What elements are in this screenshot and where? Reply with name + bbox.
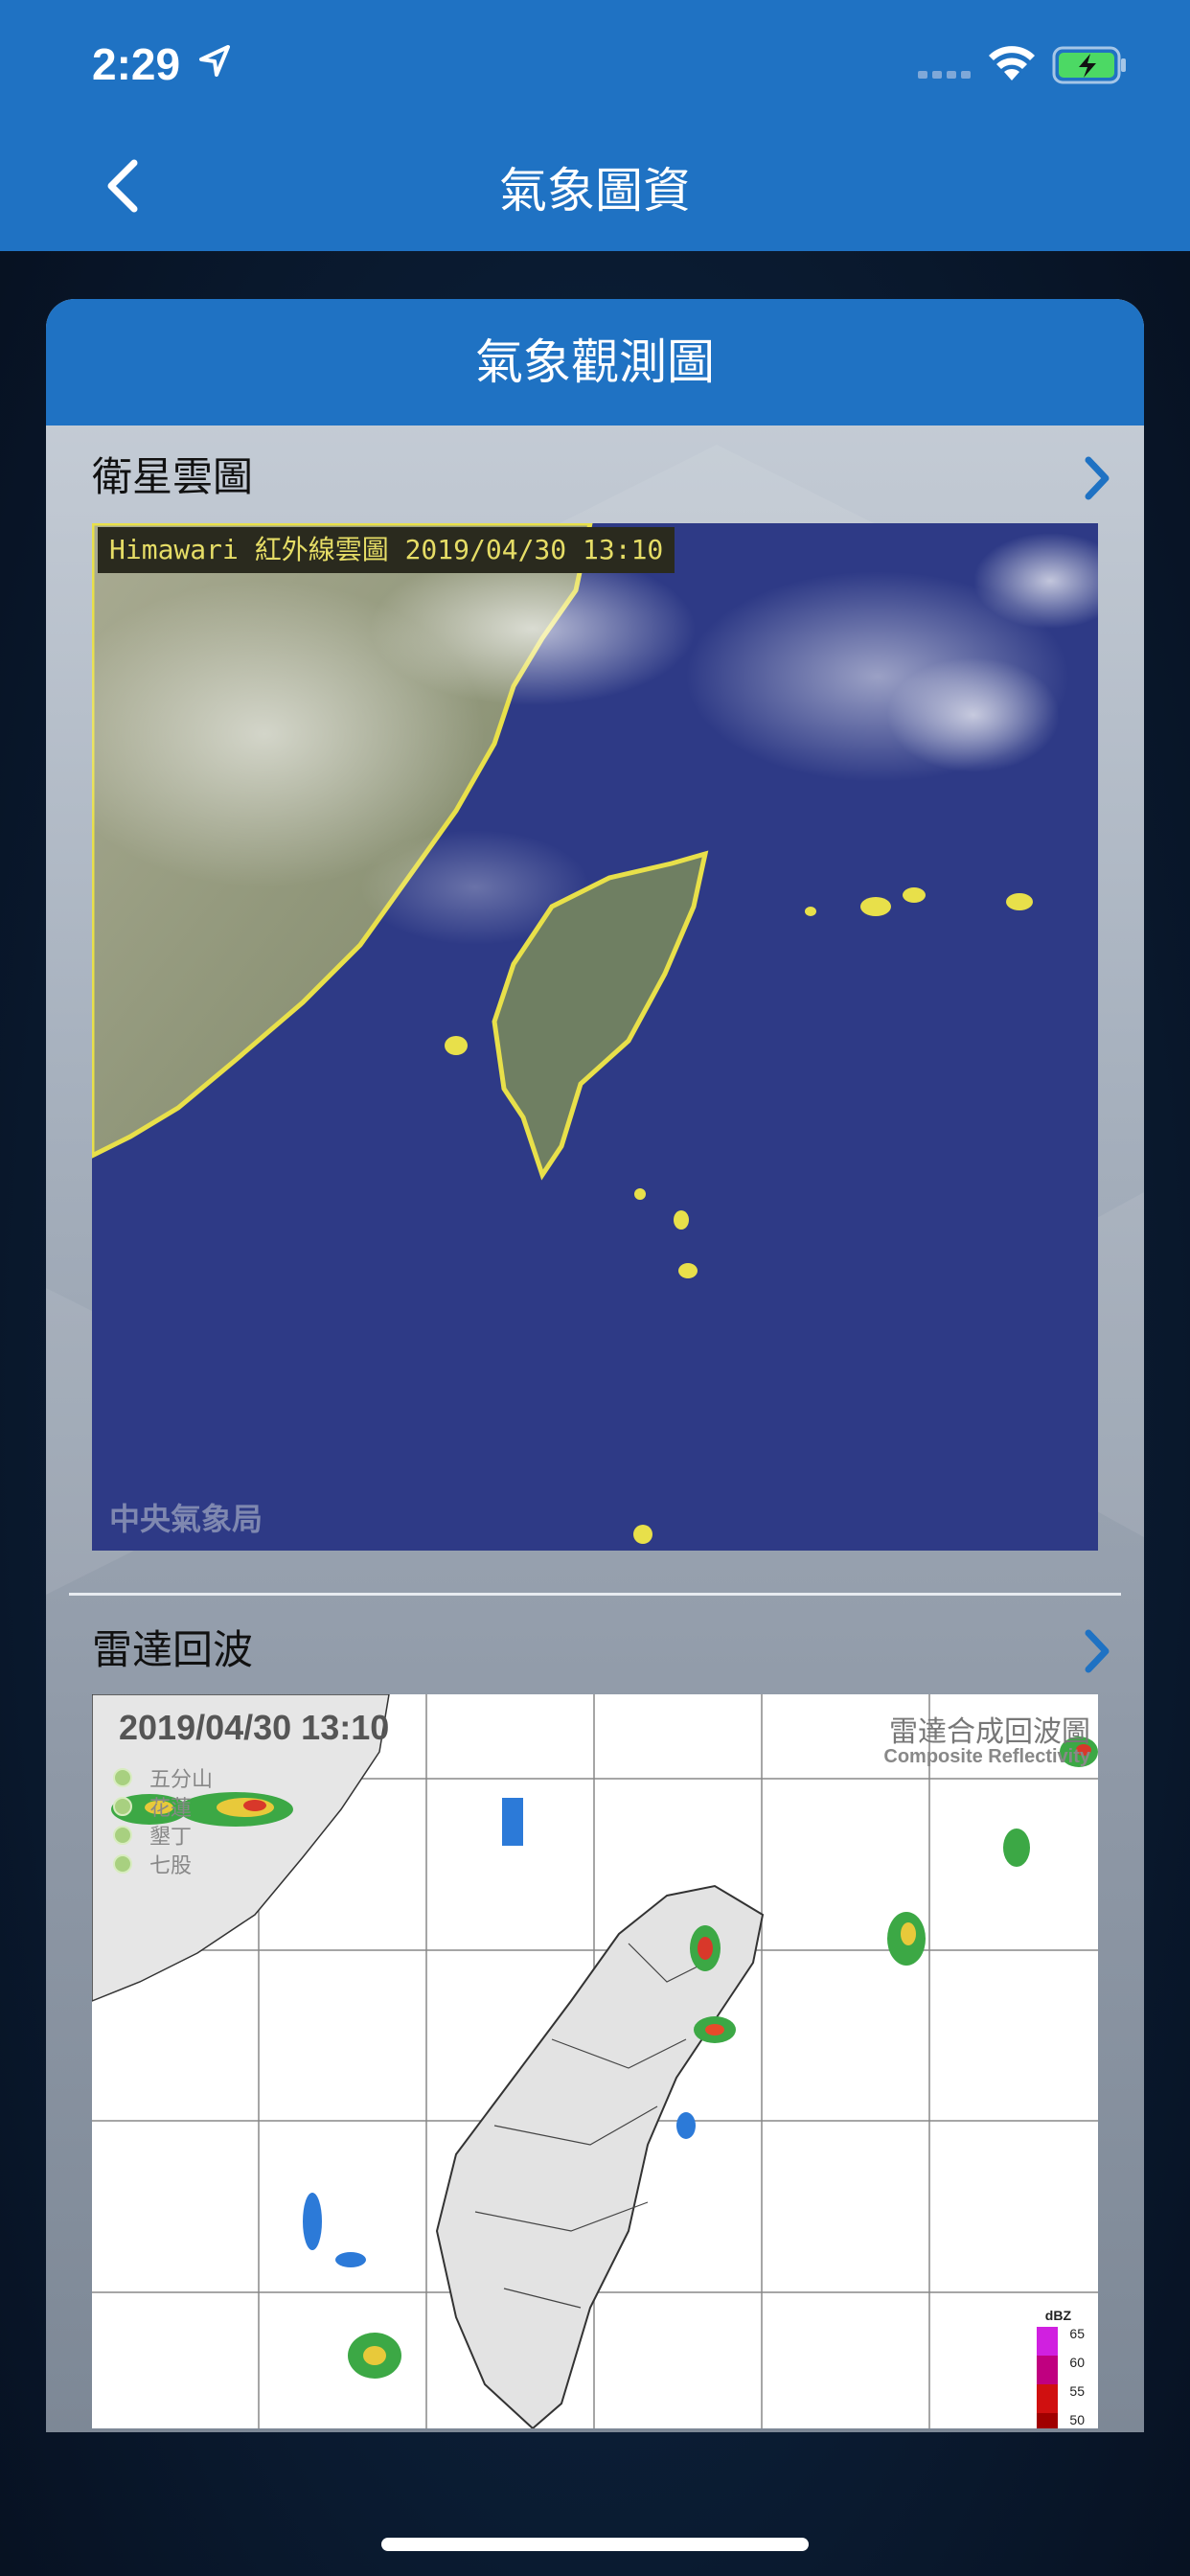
station-dot-icon xyxy=(113,1768,132,1787)
radar-image[interactable]: 2019/04/30 13:10 雷達合成回波圖 Composite Refle… xyxy=(92,1694,1098,2428)
top-bar: 2:29 氣象圖資 xyxy=(0,0,1190,251)
observation-card: 氣象觀測圖 衛星雲圖 Himawari 紅外線雲圖 2019/04/30 13:… xyxy=(46,299,1144,2432)
radar-station: 花蓮 xyxy=(113,1792,213,1821)
legend-labels: 65 60 55 50 xyxy=(1069,2327,1085,2428)
page-title: 氣象圖資 xyxy=(499,163,691,218)
satellite-image[interactable]: Himawari 紅外線雲圖 2019/04/30 13:10 中央氣象局 xyxy=(92,523,1098,1551)
chevron-right-icon[interactable] xyxy=(1081,454,1113,502)
legend-label: 65 xyxy=(1069,2326,1085,2341)
satellite-title: 衛星雲圖 xyxy=(92,453,254,500)
station-dot-icon xyxy=(113,1826,132,1845)
legend-label: 60 xyxy=(1069,2355,1085,2370)
location-arrow-icon xyxy=(199,45,230,77)
radar-date: 2019/04/30 13:10 xyxy=(119,1708,390,1747)
card-title: 氣象觀測圖 xyxy=(46,299,1144,426)
satellite-caption: Himawari 紅外線雲圖 2019/04/30 13:10 xyxy=(98,527,675,573)
radar-title-en: Composite Reflectivity xyxy=(883,1746,1090,1767)
legend-label: 55 xyxy=(1069,2383,1085,2399)
cellular-signal-icon xyxy=(918,71,971,79)
radar-station: 七股 xyxy=(113,1850,213,1878)
satellite-map xyxy=(92,523,1098,1551)
legend-unit: dBZ xyxy=(1044,2308,1071,2323)
section-divider xyxy=(69,1593,1121,1596)
satellite-watermark: 中央氣象局 xyxy=(109,1501,263,1537)
home-indicator[interactable] xyxy=(381,2538,809,2551)
radar-title: 雷達回波 xyxy=(92,1626,254,1673)
radar-station-list: 五分山 花蓮 墾丁 七股 xyxy=(113,1763,213,1878)
status-time: 2:29 xyxy=(92,39,181,89)
radar-title-zh: 雷達合成回波圖 xyxy=(889,1715,1090,1749)
station-dot-icon xyxy=(113,1797,132,1816)
radar-map xyxy=(92,1694,1098,2428)
station-dot-icon xyxy=(113,1854,132,1874)
wifi-icon xyxy=(989,46,1035,80)
legend-label: 50 xyxy=(1069,2412,1085,2427)
radar-station: 五分山 xyxy=(113,1763,213,1792)
radar-station: 墾丁 xyxy=(113,1821,213,1850)
battery-charging-icon xyxy=(1052,46,1126,84)
chevron-right-icon[interactable] xyxy=(1081,1627,1113,1675)
